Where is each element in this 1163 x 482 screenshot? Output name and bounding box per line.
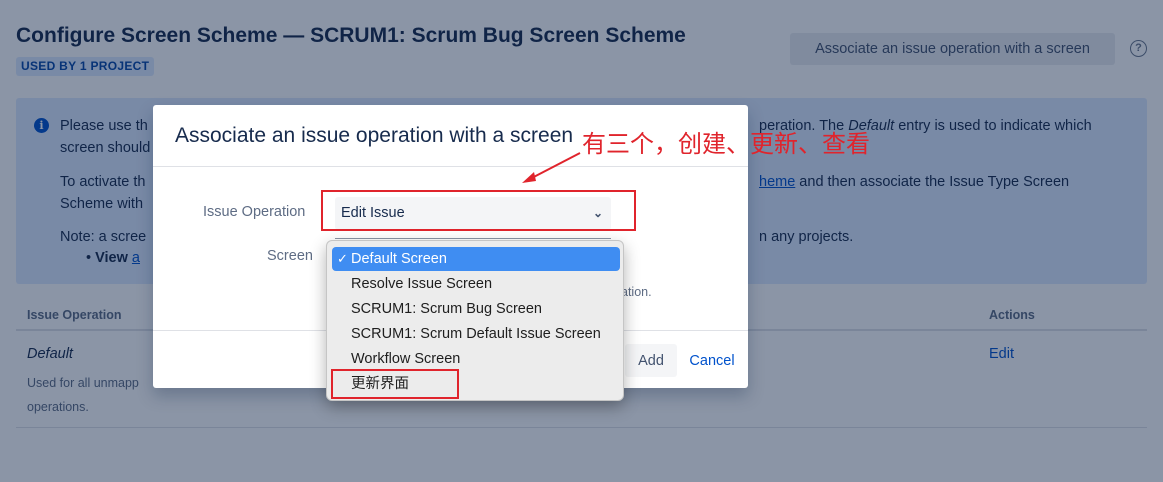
dropdown-option[interactable]: SCRUM1: Scrum Default Issue Screen — [332, 322, 620, 346]
issue-operation-label: Issue Operation — [203, 204, 306, 220]
option-label: Default Screen — [351, 251, 447, 267]
annotation-arrow-icon — [522, 152, 581, 183]
dropdown-option[interactable]: SCRUM1: Scrum Bug Screen — [332, 297, 620, 321]
annotation-box-issue-operation — [321, 190, 636, 231]
screen-label: Screen — [267, 248, 313, 264]
annotation-text: 有三个，创建、更新、查看 — [582, 130, 870, 158]
dialog-header-divider — [153, 166, 748, 167]
cancel-button[interactable]: Cancel — [683, 344, 741, 377]
dialog-title: Associate an issue operation with a scre… — [175, 124, 574, 147]
add-button[interactable]: Add — [625, 344, 677, 377]
dropdown-option[interactable]: Workflow Screen — [332, 347, 620, 371]
screen-select[interactable] — [335, 238, 611, 239]
dropdown-option[interactable]: ✓ Default Screen — [332, 247, 620, 271]
dropdown-option[interactable]: Resolve Issue Screen — [332, 272, 620, 296]
screen-hint-text: ation. — [621, 285, 652, 299]
annotation-box-update-screen — [331, 369, 459, 399]
checkmark-icon: ✓ — [337, 251, 348, 266]
